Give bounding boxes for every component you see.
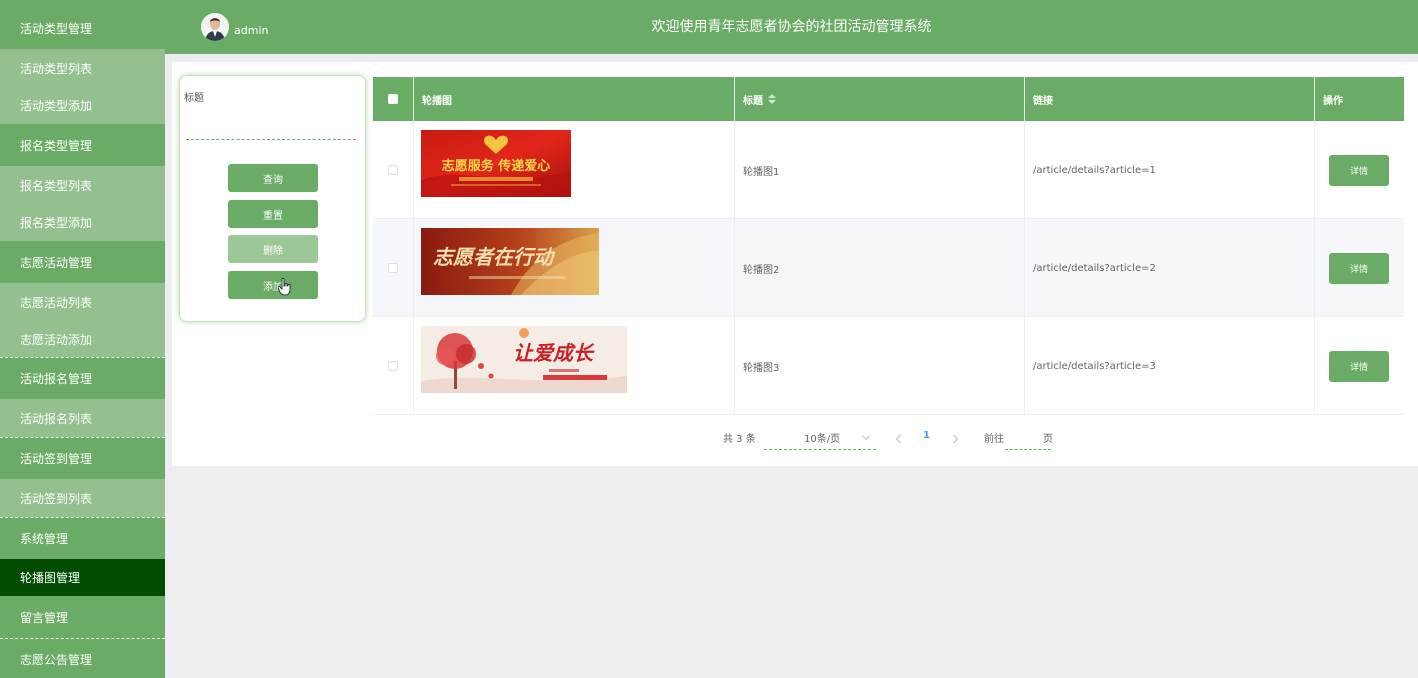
title-cell: 轮播图1 [735, 121, 1025, 219]
banner-3-text: 让爱成长 [513, 341, 595, 365]
search-card: 标题 查询 重置 删除 添加 [179, 75, 366, 322]
banner-let-love-grow-image: 让爱成长 [421, 326, 627, 393]
banner-image-1[interactable]: 志愿服务 传递爱心 [421, 130, 571, 197]
sidebar-item-system-manage[interactable]: 系统管理 [0, 517, 165, 559]
sidebar-item-notice-manage[interactable]: 志愿公告管理 [0, 638, 165, 678]
sidebar-item-label: 志愿活动管理 [20, 255, 93, 270]
sidebar-item-label: 志愿公告管理 [20, 653, 93, 667]
sidebar-item-activity-checkin-list[interactable]: 活动签到列表 [0, 479, 165, 517]
row-select-cell [373, 317, 414, 415]
title-cell: 轮播图3 [735, 317, 1025, 415]
detail-button[interactable]: 详情 [1329, 350, 1389, 382]
sidebar-item-label: 轮播图管理 [20, 571, 81, 585]
sidebar-item-volunteer-activity-manage[interactable]: 志愿活动管理 [0, 241, 165, 283]
sidebar-item-activity-type-manage[interactable]: 活动类型管理 [0, 8, 165, 49]
page-number-current[interactable]: 1 [923, 430, 930, 441]
sidebar-item-signup-type-add[interactable]: 报名类型添加 [0, 204, 165, 241]
next-page-icon[interactable] [952, 434, 959, 444]
banner-2-text: 志愿者在行动 [433, 245, 556, 269]
sidebar-item-volunteer-activity-add[interactable]: 志愿活动添加 [0, 321, 165, 357]
actions-cell: 详情 [1315, 317, 1404, 415]
hand-cursor-icon [278, 278, 291, 296]
sidebar-item-signup-type-list[interactable]: 报名类型列表 [0, 166, 165, 204]
sidebar-item-label: 活动报名列表 [20, 411, 93, 426]
sidebar-item-label: 志愿活动添加 [20, 332, 93, 347]
sidebar-item-message-manage[interactable]: 留言管理 [0, 596, 165, 638]
banner-image-2[interactable]: 志愿者在行动 [421, 228, 599, 295]
sidebar-item-label: 报名类型列表 [20, 178, 93, 193]
sidebar-item-activity-type-list[interactable]: 活动类型列表 [0, 49, 165, 87]
page-size-select[interactable]: 10条/页 [764, 430, 876, 450]
pagination-total: 共 3 条 [723, 434, 756, 445]
chevron-down-icon [862, 435, 870, 441]
sidebar-item-label: 活动类型管理 [20, 22, 93, 36]
sidebar-item-volunteer-activity-list[interactable]: 志愿活动列表 [0, 283, 165, 321]
goto-suffix-label: 页 [1043, 434, 1053, 445]
actions-cell: 详情 [1315, 121, 1404, 219]
banner-volunteer-service-image: 志愿服务 传递爱心 [421, 130, 571, 197]
delete-button[interactable]: 删除 [228, 235, 318, 263]
goto-prefix-label: 前往 [984, 434, 1004, 445]
row-checkbox[interactable] [388, 165, 398, 175]
sidebar: 活动类型管理 活动类型列表 活动类型添加 报名类型管理 报名类型列表 报名类型添… [0, 0, 165, 678]
reset-button[interactable]: 重置 [228, 200, 318, 228]
column-header-title[interactable]: 标题 [735, 77, 1025, 121]
sidebar-item-activity-signup-manage[interactable]: 活动报名管理 [0, 357, 165, 399]
banner-1-text: 志愿服务 传递爱心 [442, 158, 551, 174]
column-header-title-label: 标题 [743, 95, 763, 107]
search-title-input[interactable] [186, 116, 356, 140]
row-select-cell [373, 121, 414, 219]
link-cell: /article/details?article=3 [1025, 317, 1315, 415]
row-checkbox[interactable] [388, 361, 398, 371]
row-select-cell [373, 219, 414, 317]
sidebar-item-label: 报名类型管理 [20, 138, 93, 153]
select-all-checkbox[interactable] [388, 94, 398, 104]
sidebar-item-label: 活动签到列表 [20, 491, 93, 506]
app-title: 欢迎使用青年志愿者协会的社团活动管理系统 [651, 19, 932, 35]
sidebar-item-label: 留言管理 [20, 610, 69, 625]
add-button[interactable]: 添加 [228, 271, 318, 299]
sidebar-item-label: 活动类型列表 [20, 61, 93, 76]
row-checkbox[interactable] [388, 263, 398, 273]
sidebar-item-label: 系统管理 [20, 532, 69, 546]
detail-button[interactable]: 详情 [1329, 154, 1389, 186]
query-button[interactable]: 查询 [228, 164, 318, 192]
sidebar-item-label: 活动签到管理 [20, 452, 93, 466]
link-cell: /article/details?article=2 [1025, 219, 1315, 317]
prev-page-icon[interactable] [895, 434, 902, 444]
column-header-link: 链接 [1025, 77, 1315, 121]
sidebar-item-label: 报名类型添加 [20, 216, 93, 230]
link-cell: /article/details?article=1 [1025, 121, 1315, 219]
banner-image-3[interactable]: 让爱成长 [421, 326, 627, 393]
top-header: admin 欢迎使用青年志愿者协会的社团活动管理系统 [165, 0, 1418, 54]
column-header-image: 轮播图 [414, 77, 735, 121]
detail-button[interactable]: 详情 [1329, 252, 1389, 284]
search-title-label: 标题 [184, 93, 204, 104]
actions-cell: 详情 [1315, 219, 1404, 317]
sidebar-item-activity-checkin-manage[interactable]: 活动签到管理 [0, 437, 165, 479]
column-header-actions: 操作 [1315, 77, 1404, 121]
banner-volunteer-action-image: 志愿者在行动 [421, 228, 599, 295]
sidebar-item-activity-type-add[interactable]: 活动类型添加 [0, 87, 165, 124]
sidebar-item-label: 活动类型添加 [20, 99, 93, 113]
page-size-value: 10条/页 [804, 434, 841, 445]
sidebar-item-signup-type-manage[interactable]: 报名类型管理 [0, 124, 165, 166]
title-cell: 轮播图2 [735, 219, 1025, 317]
sidebar-item-label: 活动报名管理 [20, 372, 93, 386]
sidebar-item-carousel-manage[interactable]: 轮播图管理 [0, 559, 165, 596]
sidebar-item-activity-signup-list[interactable]: 活动报名列表 [0, 399, 165, 437]
sidebar-item-label: 志愿活动列表 [20, 295, 93, 310]
sort-icon[interactable] [768, 94, 776, 104]
select-all-cell [373, 77, 414, 121]
